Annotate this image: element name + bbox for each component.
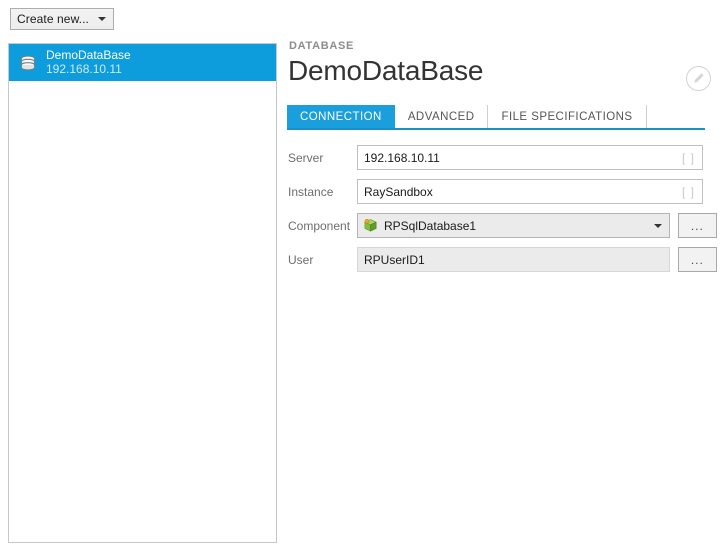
- list-item-title: DemoDataBase: [46, 49, 131, 62]
- user-browse-button[interactable]: ...: [678, 247, 717, 272]
- tab-bar: CONNECTION ADVANCED FILE SPECIFICATIONS: [287, 105, 705, 130]
- list-item-text: DemoDataBase 192.168.10.11: [46, 49, 131, 76]
- list-item[interactable]: DemoDataBase 192.168.10.11: [9, 44, 276, 81]
- component-label: Component: [287, 219, 357, 233]
- page-kicker: DATABASE: [289, 40, 717, 52]
- tab-advanced[interactable]: ADVANCED: [395, 105, 489, 128]
- pencil-circle-icon[interactable]: [686, 66, 711, 91]
- user-value: RPUserID1: [364, 253, 425, 267]
- tab-advanced-label: ADVANCED: [408, 111, 475, 123]
- detail-pane: DATABASE DemoDataBase CONNECTION ADVANCE…: [287, 40, 717, 540]
- component-value: RPSqlDatabase1: [384, 219, 476, 233]
- object-list-panel[interactable]: DemoDataBase 192.168.10.11: [8, 43, 277, 543]
- form-row-server: Server 192.168.10.11 [ ]: [287, 145, 717, 170]
- instance-label: Instance: [287, 185, 357, 199]
- green-cube-icon: [362, 218, 378, 234]
- tab-file-specifications-label: FILE SPECIFICATIONS: [501, 111, 632, 123]
- list-item-subtitle: 192.168.10.11: [46, 63, 131, 76]
- component-select[interactable]: RPSqlDatabase1: [357, 213, 670, 238]
- instance-value: RaySandbox: [364, 185, 433, 199]
- form-row-component: Component RPSqlDatabase1 ...: [287, 213, 717, 238]
- create-new-label: Create new...: [11, 12, 91, 26]
- server-brackets: [ ]: [682, 151, 695, 165]
- page-title: DemoDataBase: [288, 54, 717, 87]
- connection-form: Server 192.168.10.11 [ ] Instance RaySan…: [287, 145, 717, 281]
- tab-bar-filler: [647, 105, 706, 128]
- create-new-button[interactable]: Create new...: [10, 8, 114, 30]
- chevron-down-icon[interactable]: [91, 17, 113, 21]
- server-value: 192.168.10.11: [364, 151, 440, 165]
- tab-connection[interactable]: CONNECTION: [287, 105, 395, 128]
- chevron-down-icon[interactable]: [647, 214, 669, 237]
- toolbar: Create new...: [0, 0, 723, 38]
- instance-brackets: [ ]: [682, 185, 695, 199]
- user-label: User: [287, 253, 357, 267]
- server-input[interactable]: 192.168.10.11 [ ]: [357, 145, 703, 170]
- database-icon: [17, 52, 39, 74]
- component-browse-button[interactable]: ...: [678, 213, 717, 238]
- tab-file-specifications[interactable]: FILE SPECIFICATIONS: [488, 105, 646, 128]
- form-row-instance: Instance RaySandbox [ ]: [287, 179, 717, 204]
- server-label: Server: [287, 151, 357, 165]
- tab-connection-label: CONNECTION: [300, 111, 382, 123]
- instance-input[interactable]: RaySandbox [ ]: [357, 179, 703, 204]
- form-row-user: User RPUserID1 ...: [287, 247, 717, 272]
- user-input[interactable]: RPUserID1: [357, 247, 670, 272]
